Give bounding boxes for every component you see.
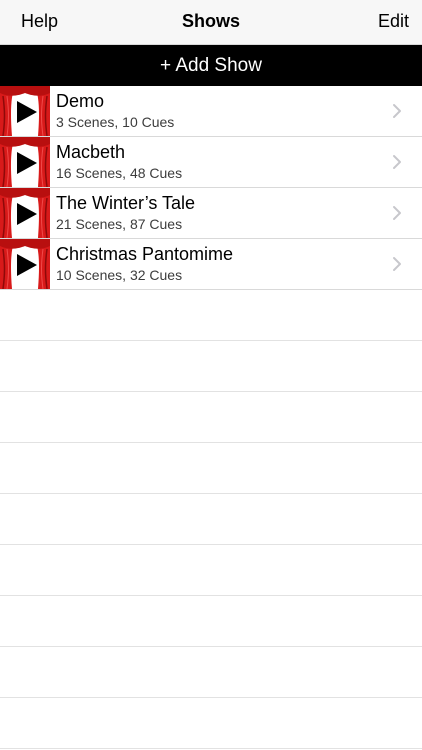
- show-list: Demo 3 Scenes, 10 Cues Macbeth 16 Scenes…: [0, 86, 422, 290]
- show-row-christmas-pantomime[interactable]: Christmas Pantomime 10 Scenes, 32 Cues: [0, 239, 422, 290]
- chevron-right-icon: [393, 257, 401, 271]
- empty-row-divider: [0, 391, 422, 392]
- chevron-right-icon: [393, 104, 401, 118]
- theater-curtain-play-icon: [0, 137, 50, 187]
- empty-row-divider: [0, 493, 422, 494]
- empty-row-divider: [0, 595, 422, 596]
- empty-row-divider: [0, 442, 422, 443]
- navigation-bar: Help Shows Edit: [0, 0, 422, 45]
- theater-curtain-play-icon: [0, 86, 50, 136]
- empty-row-divider: [0, 646, 422, 647]
- show-title: The Winter’s Tale: [56, 193, 196, 213]
- theater-curtain-play-icon: [0, 239, 50, 289]
- chevron-right-icon: [393, 155, 401, 169]
- show-row-macbeth[interactable]: Macbeth 16 Scenes, 48 Cues: [0, 137, 422, 188]
- show-title: Macbeth: [56, 142, 126, 162]
- empty-row-divider: [0, 544, 422, 545]
- show-summary: 21 Scenes, 87 Cues: [56, 216, 183, 232]
- theater-curtain-play-icon: [0, 188, 50, 238]
- show-row-winters-tale[interactable]: The Winter’s Tale 21 Scenes, 87 Cues: [0, 188, 422, 239]
- show-summary: 16 Scenes, 48 Cues: [56, 165, 183, 181]
- empty-row-divider: [0, 748, 422, 749]
- show-row-demo[interactable]: Demo 3 Scenes, 10 Cues: [0, 86, 422, 137]
- empty-row-divider: [0, 697, 422, 698]
- show-summary: 10 Scenes, 32 Cues: [56, 267, 183, 283]
- show-summary: 3 Scenes, 10 Cues: [56, 114, 175, 130]
- add-show-button[interactable]: + Add Show: [0, 45, 422, 86]
- show-title: Demo: [56, 91, 105, 111]
- page-title: Shows: [181, 11, 240, 31]
- chevron-right-icon: [393, 206, 401, 220]
- edit-button[interactable]: Edit: [378, 11, 409, 32]
- show-title: Christmas Pantomime: [56, 244, 234, 264]
- app-screen: Help Shows Edit + Add Show Demo 3 Scenes…: [0, 0, 422, 750]
- empty-row-divider: [0, 340, 422, 341]
